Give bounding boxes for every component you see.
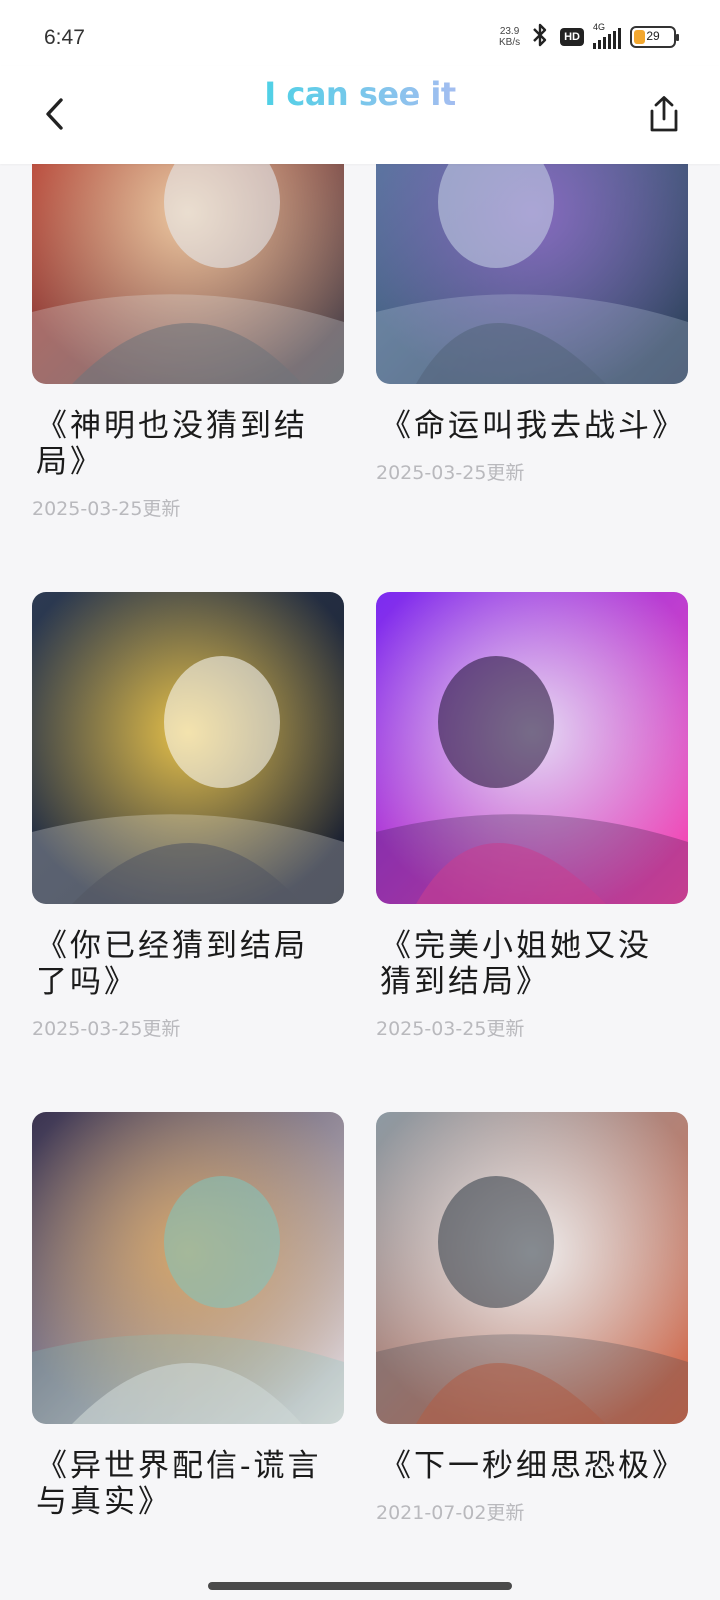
network-speed-value: 23.9 <box>499 26 520 37</box>
comic-card[interactable]: 《神明也没猜到结局》 2025-03-25更新 <box>32 164 344 592</box>
comic-title: 《神明也没猜到结局》 <box>36 408 308 480</box>
comic-title: 《你已经猜到结局了吗》 <box>36 928 308 1000</box>
hd-badge: HD <box>560 28 584 46</box>
battery-level: 29 <box>646 29 660 43</box>
page-title: I can see it <box>264 75 456 113</box>
comic-cover-image[interactable] <box>32 164 344 384</box>
network-speed: 23.9 KB/s <box>499 26 520 48</box>
comic-update-date: 2025-03-25更新 <box>32 498 181 520</box>
cellular-signal-icon: 4G <box>593 22 621 49</box>
comic-title: 《命运叫我去战斗》 <box>380 408 686 444</box>
comic-card[interactable]: 《命运叫我去战斗》 2025-03-25更新 <box>376 164 688 592</box>
home-indicator[interactable] <box>208 1582 512 1590</box>
share-icon <box>650 96 678 132</box>
comic-list[interactable]: 《神明也没猜到结局》 2025-03-25更新 《命运叫我去战斗》 2025-0… <box>0 164 720 1572</box>
comic-cover-image[interactable] <box>376 592 688 904</box>
comic-cover-image[interactable] <box>32 1112 344 1424</box>
comic-update-date: 2025-03-25更新 <box>32 1018 181 1040</box>
comic-update-date: 2025-03-25更新 <box>376 462 525 484</box>
comic-title: 《完美小姐她又没猜到结局》 <box>380 928 652 1000</box>
network-type-label: 4G <box>593 22 606 32</box>
bluetooth-icon <box>529 22 551 52</box>
comic-update-date: 2021-07-02更新 <box>376 1502 525 1524</box>
share-button[interactable] <box>644 92 684 136</box>
status-time: 6:47 <box>44 26 85 49</box>
comic-update-date: 2025-03-25更新 <box>376 1018 525 1040</box>
comic-card[interactable]: 《异世界配信-谎言与真实》 <box>32 1112 344 1572</box>
gesture-bar <box>0 1572 720 1600</box>
comic-title: 《异世界配信-谎言与真实》 <box>36 1448 322 1520</box>
comic-title: 《下一秒细思恐极》 <box>380 1448 686 1484</box>
network-speed-unit: KB/s <box>498 37 521 48</box>
comic-cover-image[interactable] <box>32 592 344 904</box>
page-title-text: I can see it <box>264 75 456 113</box>
status-icons: 23.9 KB/s HD 4G 29 <box>499 22 679 52</box>
status-bar: 6:47 23.9 KB/s HD 4G 29 <box>0 0 720 66</box>
app-header: I can see it <box>0 66 720 164</box>
comic-card[interactable]: 《你已经猜到结局了吗》 2025-03-25更新 <box>32 592 344 1112</box>
comic-grid: 《神明也没猜到结局》 2025-03-25更新 《命运叫我去战斗》 2025-0… <box>32 164 688 1572</box>
battery-icon: 29 <box>630 26 679 48</box>
comic-cover-image[interactable] <box>376 1112 688 1424</box>
comic-card[interactable]: 《完美小姐她又没猜到结局》 2025-03-25更新 <box>376 592 688 1112</box>
comic-card[interactable]: 《下一秒细思恐极》 2021-07-02更新 <box>376 1112 688 1572</box>
comic-cover-image[interactable] <box>376 164 688 384</box>
